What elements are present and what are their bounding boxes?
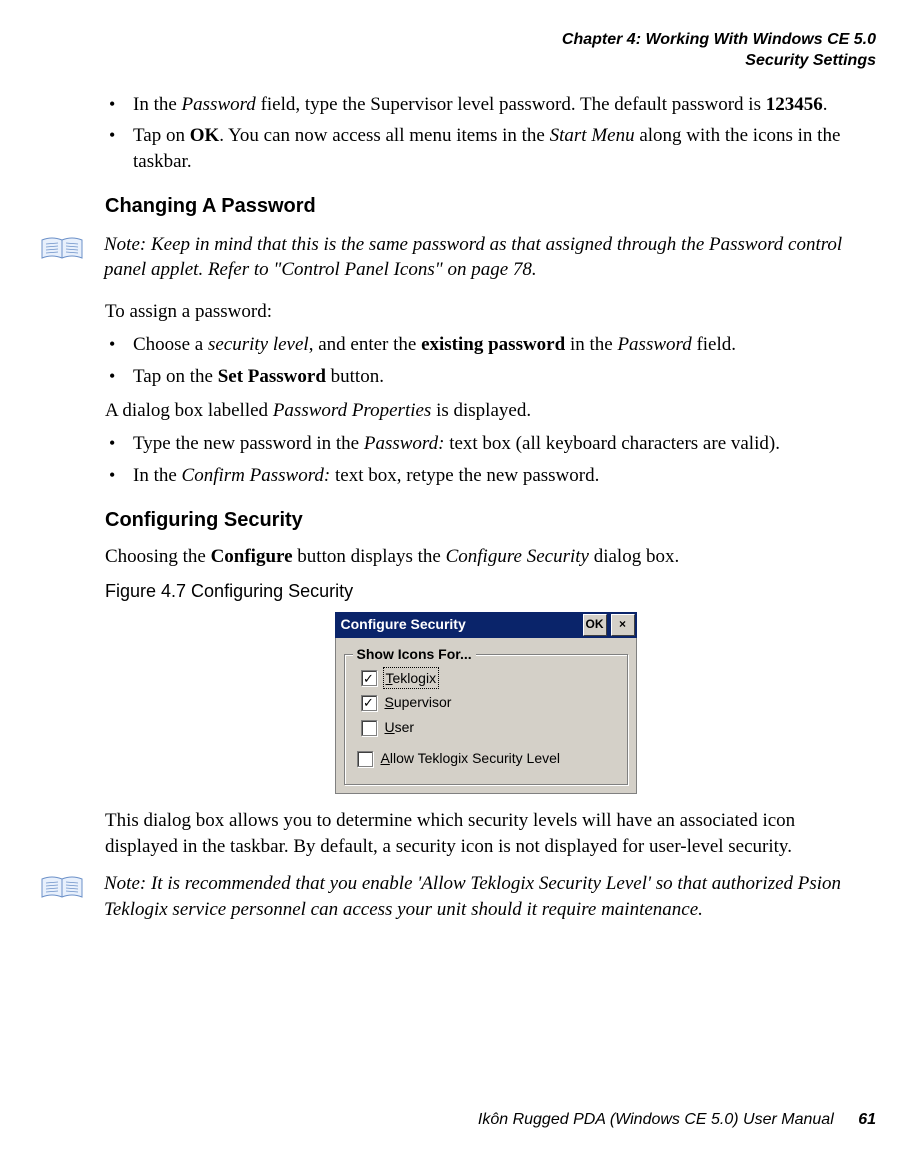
dialog-title: Configure Security	[341, 615, 581, 634]
list-item: Type the new password in the Password: t…	[105, 431, 866, 457]
checkbox-checked-icon[interactable]: ✓	[361, 670, 377, 686]
configure-para: Choosing the Configure button displays t…	[105, 544, 866, 570]
top-bullet-list: In the Password field, type the Supervis…	[105, 92, 866, 175]
note-block: Note: Keep in mind that this is the same…	[105, 232, 866, 283]
section-line: Security Settings	[30, 51, 876, 72]
checkbox-unchecked-icon[interactable]	[357, 751, 373, 767]
page-number: 61	[858, 1111, 876, 1128]
user-label: User	[385, 718, 415, 737]
checkbox-checked-icon[interactable]: ✓	[361, 695, 377, 711]
close-button[interactable]: ×	[611, 614, 635, 636]
list-item: Choose a security level, and enter the e…	[105, 332, 866, 358]
dialog-body: Show Icons For... ✓ Teklogix ✓ Superviso…	[335, 638, 637, 795]
changing-password-heading: Changing A Password	[105, 193, 866, 220]
footer-text: Ikôn Rugged PDA (Windows CE 5.0) User Ma…	[478, 1111, 834, 1128]
checkbox-unchecked-icon[interactable]	[361, 720, 377, 736]
assign-bullet-list: Choose a security level, and enter the e…	[105, 332, 866, 389]
book-icon	[40, 873, 84, 909]
dialog-bullet-list: Type the new password in the Password: t…	[105, 431, 866, 488]
list-item: Tap on the Set Password button.	[105, 364, 866, 390]
note-block: Note: It is recommended that you enable …	[105, 871, 866, 922]
list-item: In the Password field, type the Supervis…	[105, 92, 866, 118]
note-text: Note: Keep in mind that this is the same…	[104, 232, 866, 283]
note-text: Note: It is recommended that you enable …	[104, 871, 866, 922]
list-item: In the Confirm Password: text box, retyp…	[105, 463, 866, 489]
dialog-titlebar: Configure Security OK ×	[335, 612, 637, 638]
after-dialog-para: This dialog box allows you to determine …	[105, 808, 866, 859]
allow-teklogix-option[interactable]: Allow Teklogix Security Level	[357, 749, 617, 768]
teklogix-option[interactable]: ✓ Teklogix	[361, 669, 617, 688]
page-header: Chapter 4: Working With Windows CE 5.0 S…	[30, 30, 876, 72]
dialog-intro: A dialog box labelled Password Propertie…	[105, 398, 866, 424]
chapter-line: Chapter 4: Working With Windows CE 5.0	[30, 30, 876, 51]
groupbox-title: Show Icons For...	[353, 645, 476, 664]
configure-security-dialog: Configure Security OK × Show Icons For..…	[335, 612, 637, 795]
assign-intro: To assign a password:	[105, 299, 866, 325]
supervisor-label: Supervisor	[385, 693, 452, 712]
teklogix-label: Teklogix	[385, 669, 438, 688]
user-option[interactable]: User	[361, 718, 617, 737]
list-item: Tap on OK. You can now access all menu i…	[105, 123, 866, 174]
ok-button[interactable]: OK	[583, 614, 607, 636]
supervisor-option[interactable]: ✓ Supervisor	[361, 693, 617, 712]
figure-caption: Figure 4.7 Configuring Security	[105, 579, 866, 603]
page-footer: Ikôn Rugged PDA (Windows CE 5.0) User Ma…	[478, 1109, 876, 1131]
allow-label: Allow Teklogix Security Level	[381, 749, 561, 768]
book-icon	[40, 234, 84, 270]
show-icons-groupbox: Show Icons For... ✓ Teklogix ✓ Superviso…	[344, 654, 628, 786]
configuring-security-heading: Configuring Security	[105, 507, 866, 534]
